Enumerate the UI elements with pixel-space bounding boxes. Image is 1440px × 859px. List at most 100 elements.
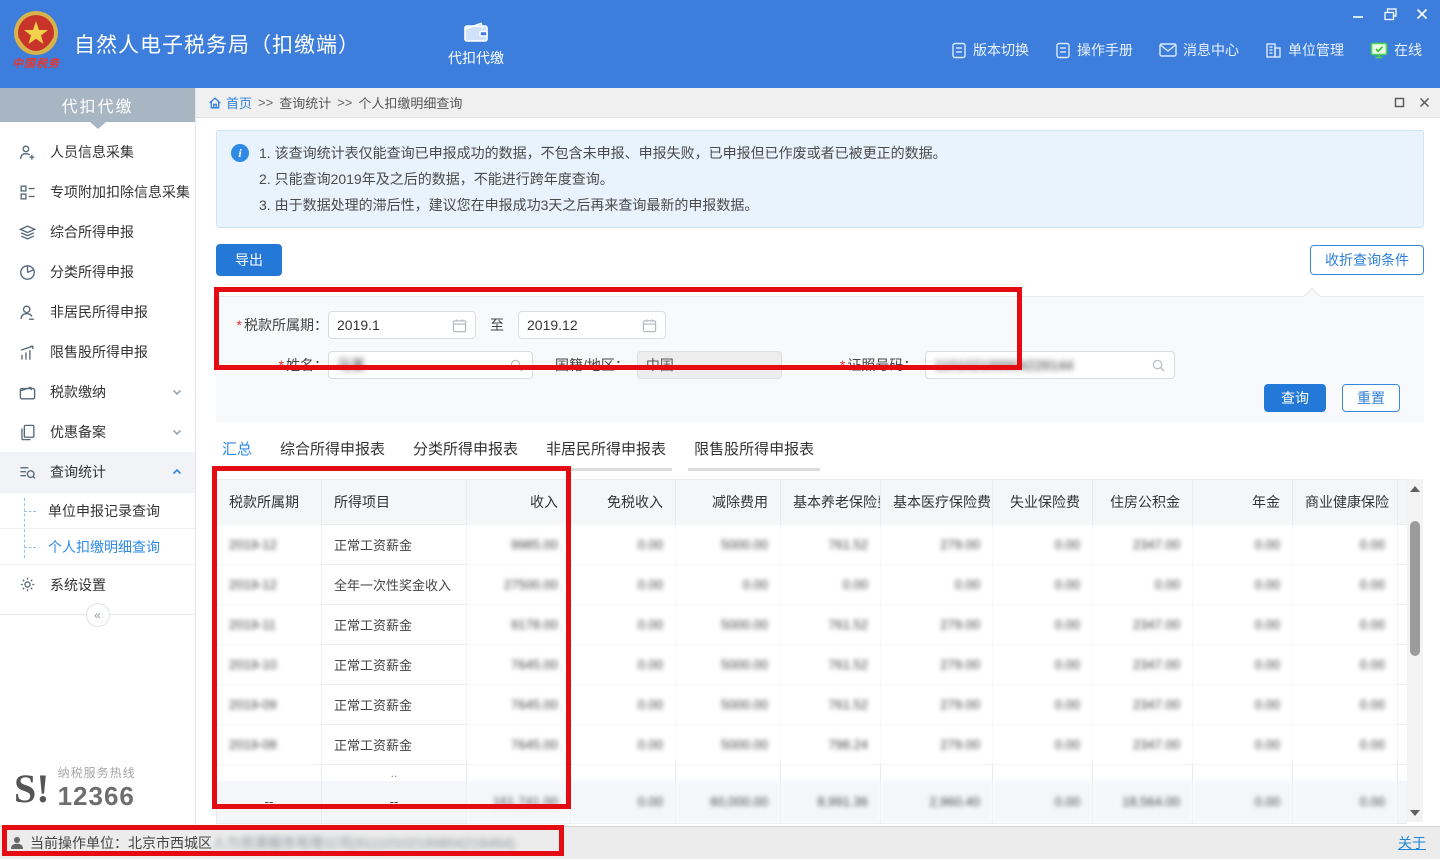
sidebar-subitem-unit-declaration-query[interactable]: 单位申报记录查询 xyxy=(0,492,195,528)
collapse-query-button[interactable]: 收折查询条件 xyxy=(1310,245,1424,275)
cell-amount: 279.00 xyxy=(881,604,993,644)
vertical-scroll-thumb[interactable] xyxy=(1410,521,1420,656)
sidebar-item-nonresident-income[interactable]: 非居民所得申报 xyxy=(0,292,195,332)
sidebar-item-tax-payment[interactable]: 税款缴纳 xyxy=(0,372,195,412)
cell-amount xyxy=(1398,564,1408,604)
pane-close-button[interactable] xyxy=(1419,97,1430,108)
sidebar-item-comprehensive-income[interactable]: 综合所得申报 xyxy=(0,212,195,252)
name-value[interactable] xyxy=(337,357,503,373)
documents-icon xyxy=(18,422,38,442)
menu-label: 操作手册 xyxy=(1077,40,1133,60)
main-content: 首页 >> 查询统计 >> 个人扣缴明细查询 i xyxy=(196,88,1440,826)
cell-amount: 0.00 xyxy=(993,564,1093,604)
scroll-up-arrow-icon[interactable] xyxy=(1407,481,1423,496)
tab-summary[interactable]: 汇总 xyxy=(216,436,258,471)
window-close-button[interactable] xyxy=(1414,6,1430,22)
table-row[interactable]: 2019-11正常工资薪金9178.000.005000.00761.52279… xyxy=(217,604,1408,644)
about-link[interactable]: 关于 xyxy=(1398,833,1426,853)
cell-summary-item: -- xyxy=(322,781,467,823)
table-row[interactable]: 2019-12正常工资薪金9985.000.005000.00761.52279… xyxy=(217,524,1408,564)
pane-maximize-button[interactable] xyxy=(1394,97,1405,108)
table-row[interactable]: 2019-12全年一次性奖金收入27500.000.000.000.000.00… xyxy=(217,564,1408,604)
layers-icon xyxy=(18,222,38,242)
vertical-scrollbar[interactable] xyxy=(1407,479,1423,822)
calendar-icon[interactable] xyxy=(452,318,467,333)
tab-restricted-stock[interactable]: 限售股所得申报表 xyxy=(688,436,820,471)
tab-classified-income[interactable]: 分类所得申报表 xyxy=(407,436,524,471)
cell-amount: 5000.00 xyxy=(676,604,781,644)
cell-period: 2019-12 xyxy=(217,524,322,564)
column-header: 住房公积金 xyxy=(1093,480,1193,524)
breadcrumb-home[interactable]: 首页 xyxy=(208,93,252,112)
cell-amount: 0.00 xyxy=(571,724,676,764)
cell-amount: 0.00 xyxy=(993,604,1093,644)
sidebar-item-classified-income[interactable]: 分类所得申报 xyxy=(0,252,195,292)
wallet-icon xyxy=(18,382,38,402)
window-minimize-button[interactable] xyxy=(1350,6,1366,22)
menu-message-center[interactable]: 消息中心 xyxy=(1159,40,1239,60)
window-restore-button[interactable] xyxy=(1382,6,1398,22)
cell-amount: 2347.00 xyxy=(1093,724,1193,764)
sidebar-collapse-button[interactable]: « xyxy=(86,603,110,627)
period-end-input[interactable] xyxy=(518,311,666,339)
cell-summary-amount: 18,564.00 xyxy=(1093,781,1193,823)
table-row[interactable]: 2019-08正常工资薪金7645.000.005000.00798.24279… xyxy=(217,724,1408,764)
sidebar-item-personnel-info[interactable]: 人员信息采集 xyxy=(0,132,195,172)
sidebar-subitem-personal-withholding-query[interactable]: 个人扣缴明细查询 xyxy=(0,528,195,564)
home-icon xyxy=(208,96,222,110)
cell-amount: 2347.00 xyxy=(1093,604,1193,644)
sidebar-item-query-statistics[interactable]: 查询统计 xyxy=(0,452,195,492)
search-icon[interactable] xyxy=(509,358,524,373)
cell-amount xyxy=(1398,764,1408,781)
table-row[interactable]: 2019-09正常工资薪金7645.000.005000.00761.52279… xyxy=(217,684,1408,724)
reset-button[interactable]: 重置 xyxy=(1342,384,1400,412)
period-start-input[interactable] xyxy=(328,311,476,339)
cell-amount: 9178.00 xyxy=(467,604,571,644)
cell-amount: 0.00 xyxy=(1293,724,1398,764)
menu-unit-management[interactable]: 单位管理 xyxy=(1265,40,1344,60)
cell-amount xyxy=(571,764,676,781)
sidebar-item-restricted-stock[interactable]: 限售股所得申报 xyxy=(0,332,195,372)
cell-period: 2019-09 xyxy=(217,684,322,724)
menu-version-switch[interactable]: 版本切换 xyxy=(951,40,1029,60)
id-number-value[interactable] xyxy=(934,357,1145,373)
hotline-glyph-icon: S! xyxy=(14,765,50,812)
result-table: 税款所属期所得项目收入免税收入减除费用基本养老保险费基本医疗保险费失业保险费住房… xyxy=(216,480,1407,824)
chevron-up-icon xyxy=(171,466,183,478)
sidebar-item-preferential-filing[interactable]: 优惠备案 xyxy=(0,412,195,452)
period-end-value[interactable] xyxy=(527,317,636,333)
sidebar-divider: « xyxy=(0,614,195,615)
cell-income-item: 正常工资薪金 xyxy=(322,724,467,764)
window-controls xyxy=(1350,6,1430,22)
table-row[interactable]: 2019-10正常工资薪金7645.000.005000.00761.52279… xyxy=(217,644,1408,684)
column-header: 商业健康保险 xyxy=(1293,480,1398,524)
tab-nonresident-income[interactable]: 非居民所得申报表 xyxy=(540,436,672,471)
required-asterisk: * xyxy=(840,357,845,373)
name-input[interactable] xyxy=(328,351,533,379)
cell-amount: 5000.00 xyxy=(676,724,781,764)
sidebar-item-system-settings[interactable]: 系统设置 xyxy=(0,564,195,604)
search-button[interactable]: 查询 xyxy=(1264,384,1326,412)
tab-comprehensive-income[interactable]: 综合所得申报表 xyxy=(274,436,391,471)
cell-summary-amount: 8,991.36 xyxy=(781,781,881,823)
cell-summary-period: -- xyxy=(217,781,322,823)
wallet-icon xyxy=(463,20,489,44)
cell-amount: 0.00 xyxy=(993,684,1093,724)
menu-manual[interactable]: 操作手册 xyxy=(1055,40,1133,60)
export-button[interactable]: 导出 xyxy=(216,244,282,276)
search-icon[interactable] xyxy=(1151,358,1166,373)
page-body: i 1. 该查询统计表仅能查询已申报成功的数据，不包含未申报、申报失败，已申报但… xyxy=(196,118,1440,826)
scroll-down-arrow-icon[interactable] xyxy=(1407,805,1423,820)
id-number-input[interactable] xyxy=(925,351,1175,379)
menu-online-status[interactable]: 在线 xyxy=(1370,40,1422,60)
module-tab-withholding[interactable]: 代扣代缴 xyxy=(448,20,504,68)
cell-income-item: 正常工资薪金 xyxy=(322,604,467,644)
period-start-value[interactable] xyxy=(337,317,446,333)
cell-period: 2019-12 xyxy=(217,564,322,604)
calendar-icon[interactable] xyxy=(642,318,657,333)
cell-amount: 0.00 xyxy=(571,524,676,564)
cell-amount: 2347.00 xyxy=(1093,644,1193,684)
sidebar-subitem-label: 个人扣缴明细查询 xyxy=(48,537,160,557)
sidebar-item-special-deduction[interactable]: 专项附加扣除信息采集 xyxy=(0,172,195,212)
menu-label: 消息中心 xyxy=(1183,40,1239,60)
